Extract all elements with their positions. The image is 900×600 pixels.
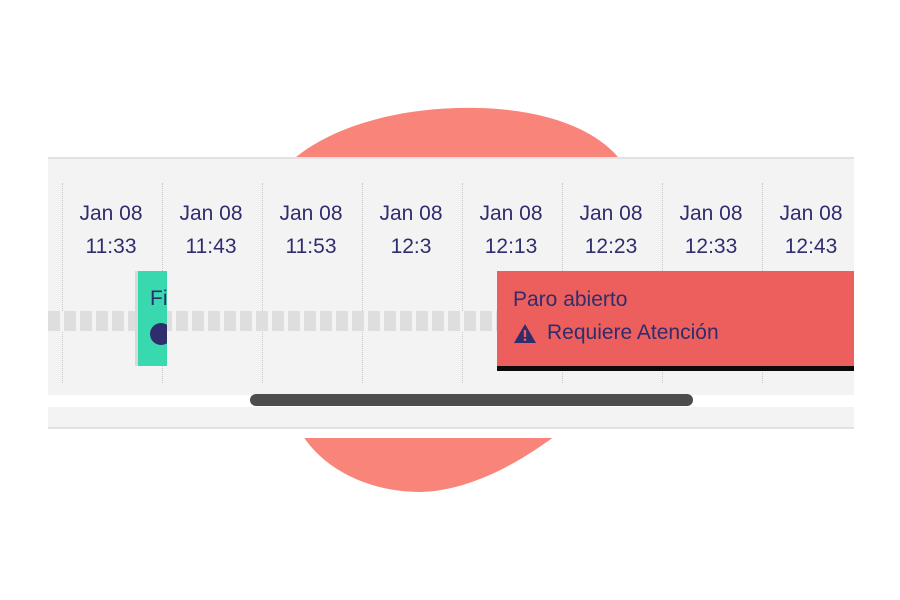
horizontal-scrollbar[interactable] bbox=[250, 394, 693, 406]
time-label: Jan 08 12:13 bbox=[479, 202, 543, 258]
event-label: Fi bbox=[150, 287, 167, 310]
time-label: Jan 08 12:23 bbox=[579, 202, 643, 258]
timeline-track bbox=[48, 311, 508, 331]
time-label: Jan 08 11:33 bbox=[79, 202, 143, 258]
event-block-green[interactable]: Fi bbox=[135, 271, 167, 366]
time-label: Jan 08 12:33 bbox=[679, 202, 743, 258]
timeline-footer-bar bbox=[48, 407, 854, 429]
time-label: Jan 08 11:53 bbox=[279, 202, 343, 258]
time-label: Jan 08 12:43 bbox=[779, 202, 843, 258]
timeline-panel: Jan 08 11:33 Jan 08 11:43 Jan 08 11:53 Jan … bbox=[48, 157, 854, 438]
time-label: Jan 08 11:43 bbox=[179, 202, 243, 258]
event-block-paro-abierto[interactable]: Paro abierto Requiere Atención bbox=[497, 271, 854, 371]
event-title: Paro abierto bbox=[513, 288, 628, 311]
event-status-text: Requiere Atención bbox=[547, 321, 719, 344]
warning-icon bbox=[514, 323, 536, 343]
event-status: Requiere Atención bbox=[513, 321, 719, 345]
time-label: Jan 08 12:3 bbox=[379, 202, 443, 258]
clock-icon bbox=[150, 323, 167, 345]
